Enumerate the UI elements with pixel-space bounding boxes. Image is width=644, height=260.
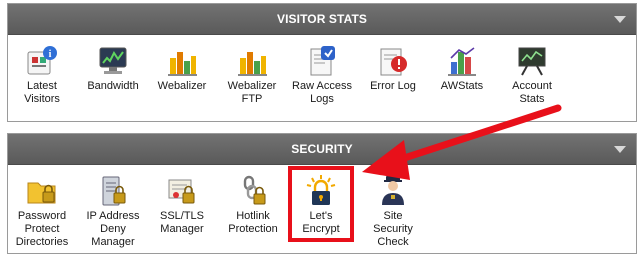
raw-access-logs-label: Raw Access Logs [292, 80, 352, 105]
svg-text:i: i [49, 49, 52, 60]
password-protect-directories-label: Password Protect Directories [15, 210, 69, 248]
visitor-stats-header[interactable]: VISITOR STATS [8, 4, 636, 35]
ssl-tls-manager-item[interactable]: SSL/TLS Manager [154, 174, 210, 236]
account-stats-label: Account Stats [512, 80, 552, 105]
hotlink-protection-item[interactable]: Hotlink Protection [222, 174, 284, 236]
raw-access-logs-icon [310, 46, 335, 76]
awstats-item[interactable]: AWStats [436, 44, 488, 93]
bandwidth-label: Bandwidth [87, 80, 139, 92]
hotlink-protection-label: Hotlink Protection [228, 210, 278, 235]
folder-lock-icon [27, 182, 56, 204]
error-log-item[interactable]: Error Log [364, 44, 422, 93]
ip-address-deny-manager-item[interactable]: IP Address Deny Manager [82, 174, 144, 249]
security-guard-icon [382, 176, 404, 205]
awstats-icon [448, 47, 476, 76]
ssl-tls-manager-label: SSL/TLS Manager [159, 210, 205, 235]
latest-visitors-item[interactable]: i Latest Visitors [16, 44, 68, 106]
webalizer-icon [168, 52, 197, 76]
error-log-label: Error Log [370, 80, 416, 92]
webalizer-ftp-label: Webalizer FTP [227, 80, 277, 105]
collapse-icon[interactable] [614, 16, 626, 23]
latest-visitors-label: Latest Visitors [24, 80, 60, 105]
site-security-check-item[interactable]: Site Security Check [364, 174, 422, 249]
security-title: SECURITY [291, 142, 353, 156]
server-lock-icon [102, 176, 126, 206]
account-stats-item[interactable]: Account Stats [504, 44, 560, 106]
bandwidth-item[interactable]: Bandwidth [82, 44, 144, 93]
webalizer-label: Webalizer [157, 80, 207, 92]
webalizer-ftp-item[interactable]: Webalizer FTP [222, 44, 282, 106]
collapse-icon[interactable] [614, 146, 626, 153]
password-protect-directories-item[interactable]: Password Protect Directories [12, 174, 72, 249]
raw-access-logs-item[interactable]: Raw Access Logs [288, 44, 356, 106]
webalizer-ftp-icon [238, 52, 267, 76]
bandwidth-icon [99, 47, 127, 74]
account-stats-icon [518, 47, 546, 76]
webalizer-item[interactable]: Webalizer [152, 44, 212, 93]
error-log-icon [380, 48, 407, 76]
visitor-stats-title: VISITOR STATS [277, 12, 367, 26]
awstats-label: AWStats [440, 80, 484, 92]
highlight-box [288, 166, 354, 242]
ip-address-deny-manager-label: IP Address Deny Manager [86, 210, 140, 248]
security-header[interactable]: SECURITY [8, 134, 636, 165]
chain-lock-icon [243, 175, 266, 205]
site-security-check-label: Site Security Check [373, 210, 413, 248]
latest-visitors-icon: i [27, 46, 57, 75]
certificate-lock-icon [168, 179, 195, 204]
